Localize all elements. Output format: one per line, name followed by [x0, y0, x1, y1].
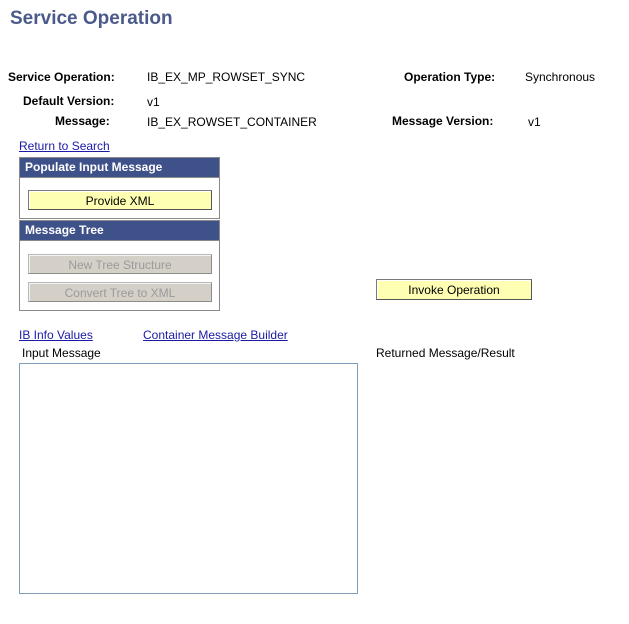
default-version-label: Default Version: — [23, 94, 115, 108]
message-value: IB_EX_ROWSET_CONTAINER — [147, 115, 317, 129]
operation-type-label: Operation Type: — [404, 70, 496, 84]
input-message-label: Input Message — [22, 346, 101, 360]
convert-tree-to-xml-button[interactable]: Convert Tree to XML — [28, 282, 212, 302]
operation-type-value: Synchronous — [525, 70, 596, 84]
message-version-value: v1 — [528, 115, 541, 129]
message-tree-group: Message Tree New Tree Structure Convert … — [19, 220, 220, 311]
page-title: Service Operation — [10, 8, 173, 29]
service-operation-label: Service Operation: — [8, 70, 115, 84]
populate-input-message-group: Populate Input Message Provide XML — [19, 157, 220, 219]
return-to-search-link[interactable]: Return to Search — [19, 139, 110, 153]
container-message-builder-link[interactable]: Container Message Builder — [143, 328, 288, 342]
invoke-operation-button[interactable]: Invoke Operation — [376, 279, 532, 300]
message-label: Message: — [55, 114, 110, 128]
returned-message-label: Returned Message/Result — [376, 346, 515, 360]
provide-xml-button[interactable]: Provide XML — [28, 190, 212, 210]
message-version-label: Message Version: — [392, 114, 494, 128]
populate-input-message-header: Populate Input Message — [20, 158, 219, 178]
ib-info-values-link[interactable]: IB Info Values — [19, 328, 93, 342]
default-version-value: v1 — [147, 95, 160, 109]
input-message-textarea[interactable] — [19, 363, 358, 594]
new-tree-structure-button[interactable]: New Tree Structure — [28, 254, 212, 274]
message-tree-header: Message Tree — [20, 221, 219, 241]
service-operation-value: IB_EX_MP_ROWSET_SYNC — [147, 70, 306, 84]
